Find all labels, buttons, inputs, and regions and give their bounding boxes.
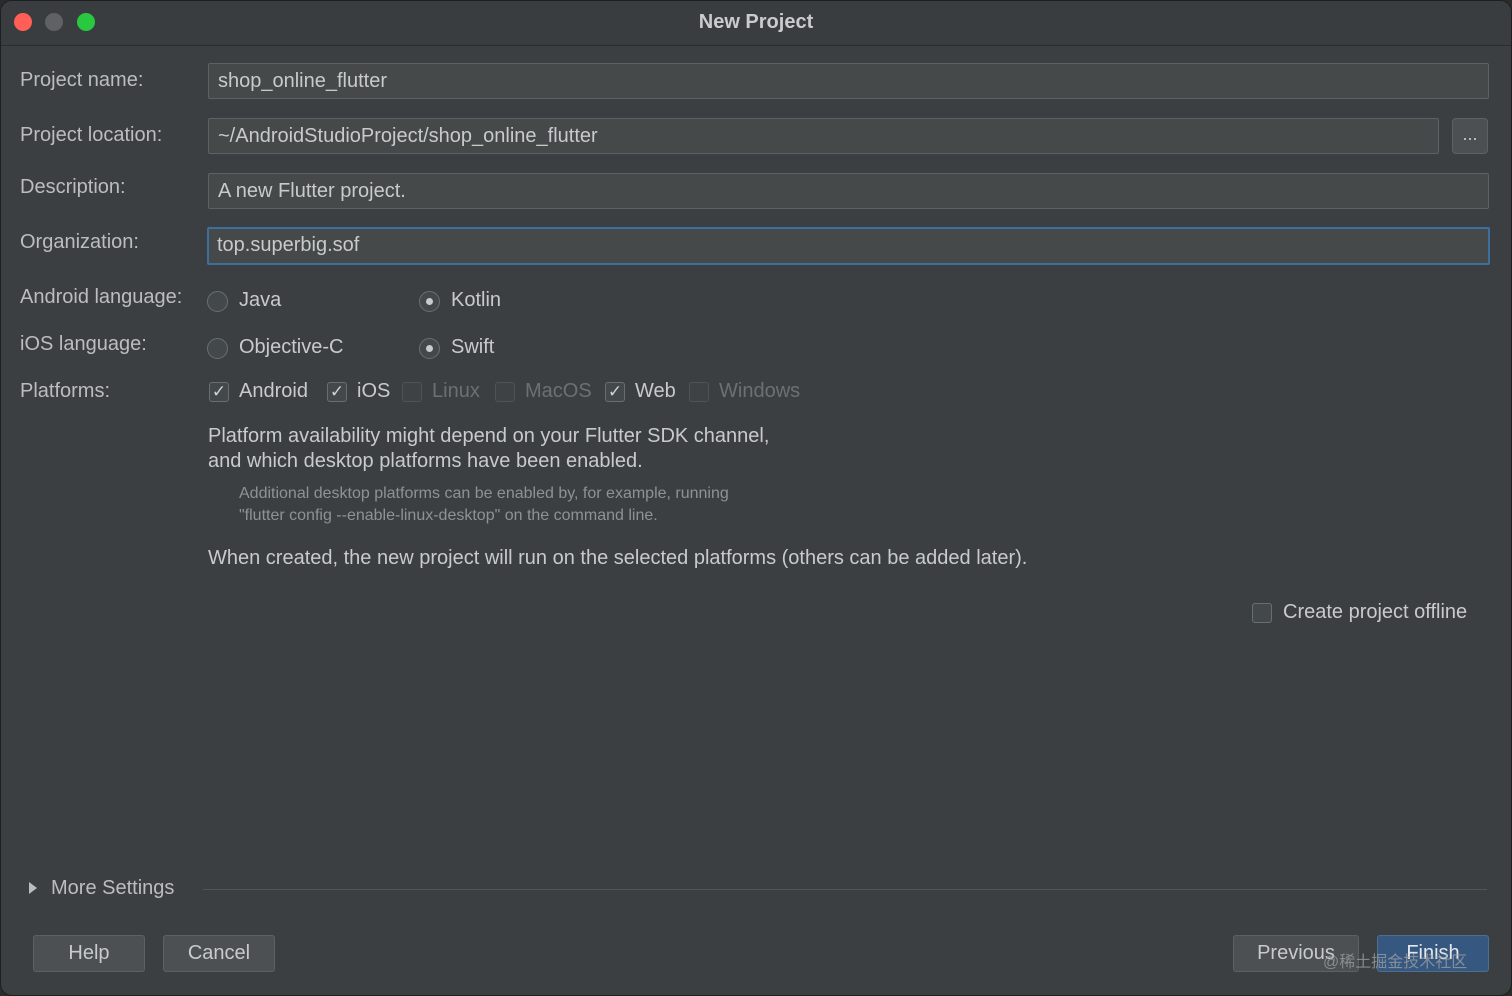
macos-platform-label: MacOS (525, 380, 592, 402)
windows-platform-label: Windows (719, 380, 801, 402)
new-project-dialog: New Project Project name: shop_online_fl… (0, 0, 1512, 996)
help-button[interactable]: Help (33, 935, 145, 972)
android-platform-label[interactable]: Android (239, 380, 308, 403)
cancel-button[interactable]: Cancel (163, 935, 275, 972)
platforms-label: Platforms: (20, 380, 111, 402)
project-name-label: Project name: (20, 69, 144, 91)
windows-platform-checkbox[interactable] (689, 382, 709, 402)
ios-platform-label[interactable]: iOS (357, 380, 390, 403)
availability-note-line2: and which desktop platforms have been en… (208, 450, 643, 472)
java-option-label[interactable]: Java (239, 289, 281, 312)
android-platform-checkbox[interactable]: ✓ (209, 382, 229, 402)
objective-c-radio[interactable] (207, 338, 228, 359)
watermark-text: @稀土掘金技术社区 (1323, 954, 1468, 971)
hint-note-line1: Additional desktop platforms can be enab… (239, 485, 729, 502)
swift-radio[interactable] (419, 338, 440, 359)
web-platform-label[interactable]: Web (635, 380, 676, 403)
java-radio[interactable] (207, 291, 228, 312)
swift-option-label[interactable]: Swift (451, 336, 494, 359)
android-language-label: Android language: (20, 286, 183, 308)
expand-arrow-icon[interactable] (29, 882, 37, 894)
description-label: Description: (20, 176, 126, 198)
window-title: New Project (698, 11, 814, 33)
ios-language-label: iOS language: (20, 333, 147, 355)
project-name-input[interactable]: shop_online_flutter (208, 63, 1489, 99)
create-offline-label[interactable]: Create project offline (1283, 601, 1467, 624)
linux-platform-checkbox[interactable] (402, 382, 422, 402)
description-input[interactable]: A new Flutter project. (208, 173, 1489, 209)
macos-platform-checkbox[interactable] (495, 382, 515, 402)
title-bar: New Project (1, 1, 1511, 46)
project-location-label: Project location: (20, 124, 163, 146)
organization-input[interactable]: top.superbig.sof (207, 227, 1490, 265)
ios-platform-checkbox[interactable]: ✓ (327, 382, 347, 402)
organization-label: Organization: (20, 231, 139, 253)
kotlin-option-label[interactable]: Kotlin (451, 289, 501, 312)
project-location-input[interactable]: ~/AndroidStudioProject/shop_online_flutt… (208, 118, 1439, 154)
more-settings-divider (203, 889, 1487, 890)
linux-platform-label: Linux (432, 380, 480, 402)
when-created-note: When created, the new project will run o… (208, 547, 1028, 569)
hint-note-line2: "flutter config --enable-linux-desktop" … (239, 507, 658, 524)
browse-location-button[interactable]: ... (1452, 118, 1488, 154)
web-platform-checkbox[interactable]: ✓ (605, 382, 625, 402)
kotlin-radio[interactable] (419, 291, 440, 312)
create-offline-checkbox[interactable] (1252, 603, 1272, 623)
more-settings-toggle[interactable]: More Settings (51, 877, 174, 900)
objective-c-option-label[interactable]: Objective-C (239, 336, 343, 359)
availability-note-line1: Platform availability might depend on yo… (208, 425, 770, 447)
